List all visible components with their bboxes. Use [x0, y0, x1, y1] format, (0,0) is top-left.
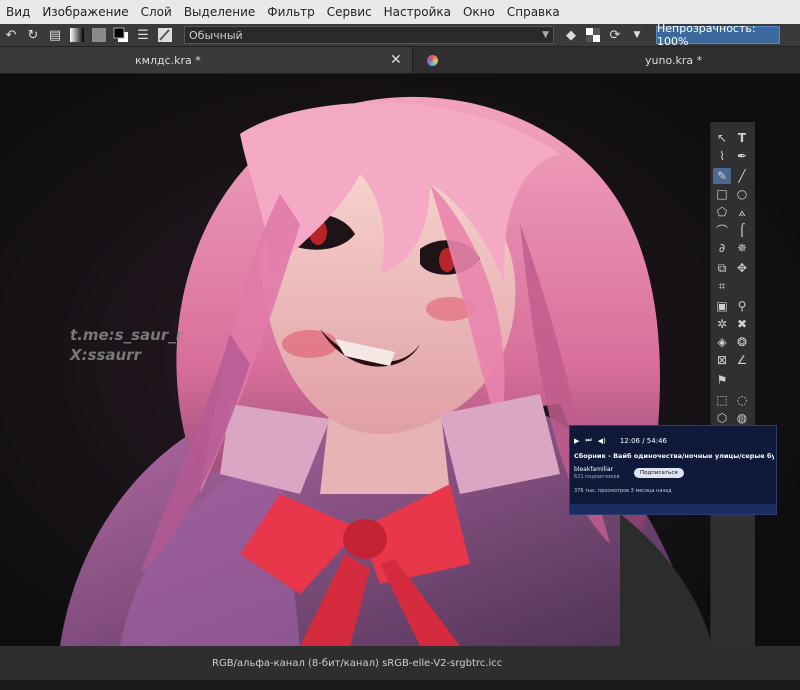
- tab-label: кмлдс.kra *: [135, 53, 201, 67]
- watermark-telegram: t.me:s_saur_r: [70, 326, 184, 344]
- close-icon[interactable]: ✕: [390, 52, 402, 68]
- play-icon[interactable]: ▶: [574, 437, 579, 445]
- tab-label: yuno.kra *: [645, 53, 703, 67]
- save-icon[interactable]: ▤: [46, 26, 64, 44]
- freehand-path-icon[interactable]: ⌠: [733, 222, 751, 238]
- crop-tool-icon[interactable]: ⌗: [713, 278, 731, 294]
- canvas[interactable]: t.me:s_saur_r X:ssaurr: [0, 74, 800, 646]
- watermark-x: X:ssaurr: [70, 346, 142, 364]
- undo-icon[interactable]: ↶: [2, 26, 20, 44]
- menu-filter[interactable]: Фильтр: [261, 5, 320, 19]
- dynamic-brush-icon[interactable]: ∂: [713, 240, 731, 256]
- opacity-slider[interactable]: Непрозрачность: 100%: [656, 22, 780, 48]
- polygon-select-icon[interactable]: ⬡: [713, 410, 731, 426]
- rect-select-icon[interactable]: ⬚: [713, 392, 731, 408]
- bezier-tool-icon[interactable]: ⌒: [713, 222, 731, 238]
- menu-view[interactable]: Вид: [0, 5, 36, 19]
- video-time: 12:06 / 54:46: [619, 436, 667, 445]
- line-tool-icon[interactable]: ╱: [733, 168, 751, 184]
- volume-icon[interactable]: ◀): [598, 437, 606, 445]
- menu-settings[interactable]: Настройка: [378, 5, 457, 19]
- menu-tools[interactable]: Сервис: [321, 5, 378, 19]
- color-space-label[interactable]: RGB/альфа-канал (8-бит/канал) sRGB-elle-…: [212, 658, 502, 669]
- move-tool-icon[interactable]: ✥: [733, 260, 751, 276]
- chevron-down-icon[interactable]: ▼: [628, 26, 646, 44]
- freehand-select-icon[interactable]: ◍: [733, 410, 751, 426]
- brush-preset-icon[interactable]: [156, 26, 174, 44]
- video-title: Сборник - Вайб одиночества/ночные улицы/…: [574, 452, 774, 460]
- toolbox: ↖ T ⌇ ✒ ✎ ╱ □ ○ ⬠ ⟑ ⌒ ⌠ ∂ ✵ ⧉ ✥ ⌗ ▣ ⚲ ✲ …: [710, 122, 755, 646]
- channel-name[interactable]: bleakfamiliar: [574, 466, 613, 473]
- edit-shapes-icon[interactable]: ⌇: [713, 148, 731, 164]
- menu-image[interactable]: Изображение: [36, 5, 134, 19]
- menu-bar: Вид Изображение Слой Выделение Фильтр Се…: [0, 0, 800, 24]
- assistant-tool-icon[interactable]: ✖: [733, 316, 751, 332]
- subscribe-button[interactable]: Подписаться: [634, 468, 684, 478]
- fill-tool-icon[interactable]: ◈: [713, 334, 731, 350]
- color-swap-icon[interactable]: [112, 26, 130, 44]
- rectangle-tool-icon[interactable]: □: [713, 186, 731, 202]
- calligraphy-icon[interactable]: ✒: [733, 148, 751, 164]
- blend-mode-select[interactable]: Обычный ▼: [184, 26, 554, 44]
- gradient-tool-icon[interactable]: ▣: [713, 298, 731, 314]
- smart-patch-icon[interactable]: ✲: [713, 316, 731, 332]
- color-picker-icon[interactable]: ⚲: [733, 298, 751, 314]
- video-overlay[interactable]: ▶ ⏭ ◀) 12:06 / 54:46 Сборник - Вайб один…: [569, 425, 777, 515]
- transform-tool-icon[interactable]: ⧉: [713, 260, 731, 276]
- text-tool-icon[interactable]: T: [733, 130, 751, 146]
- gradient-icon[interactable]: [68, 26, 86, 44]
- document-tabs: кмлдс.kra * ✕ yuno.kra *: [0, 47, 800, 74]
- krita-logo-icon: [427, 54, 438, 66]
- multibrush-icon[interactable]: ✵: [733, 240, 751, 256]
- polyline-tool-icon[interactable]: ⟑: [733, 204, 751, 220]
- menu-layer[interactable]: Слой: [135, 5, 178, 19]
- blend-mode-value: Обычный: [189, 28, 243, 42]
- measure-tool-icon[interactable]: ∠: [733, 352, 751, 368]
- reload-icon[interactable]: ↻: [24, 26, 42, 44]
- eraser-icon[interactable]: ◆: [562, 26, 580, 44]
- chevron-down-icon: ▼: [542, 30, 549, 40]
- video-taskbar-strip: [570, 504, 776, 514]
- tab-document-2[interactable]: yuno.kra *: [413, 47, 800, 73]
- brush-tool-icon[interactable]: ✎: [713, 168, 731, 184]
- video-controls: ▶ ⏭ ◀) 12:06 / 54:46: [574, 436, 667, 445]
- enclose-fill-icon[interactable]: ❂: [733, 334, 751, 350]
- reset-icon[interactable]: ⟳: [606, 26, 624, 44]
- status-bar: RGB/альфа-канал (8-бит/канал) sRGB-elle-…: [0, 646, 800, 680]
- brush-presets-icon[interactable]: ☰: [134, 26, 152, 44]
- os-taskbar: [0, 680, 800, 690]
- video-stats: 376 тыс. просмотров 3 месяца назад: [574, 488, 672, 494]
- pattern-icon[interactable]: [90, 26, 108, 44]
- next-icon[interactable]: ⏭: [585, 436, 591, 445]
- polygon-tool-icon[interactable]: ⬠: [713, 204, 731, 220]
- ellipse-tool-icon[interactable]: ○: [733, 186, 751, 202]
- alpha-lock-icon[interactable]: [584, 26, 602, 44]
- channel-subscribers: 621 подписчиков: [574, 474, 620, 480]
- brush-toolbar: ↶ ↻ ▤ ☰ Обычный ▼ ◆ ⟳ ▼ Непрозрачность: …: [0, 22, 800, 48]
- select-shapes-icon[interactable]: ↖: [713, 130, 731, 146]
- menu-select[interactable]: Выделение: [178, 5, 261, 19]
- tab-document-1[interactable]: кмлдс.kra * ✕: [0, 47, 413, 73]
- perspective-grid-icon[interactable]: ⊠: [713, 352, 731, 368]
- menu-help[interactable]: Справка: [501, 5, 566, 19]
- menu-window[interactable]: Окно: [457, 5, 501, 19]
- reference-pin-icon[interactable]: ⚑: [713, 372, 731, 388]
- ellipse-select-icon[interactable]: ◌: [733, 392, 751, 408]
